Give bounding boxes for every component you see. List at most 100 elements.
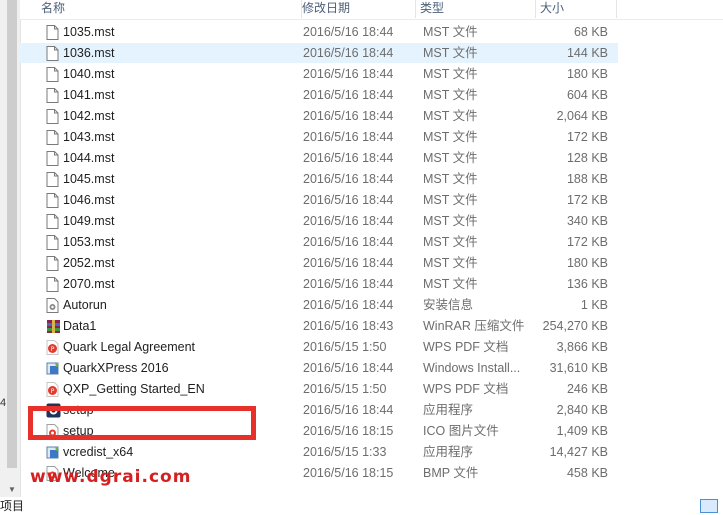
file-row[interactable]: 1036.mst 2016/5/16 18:44 MST 文件 144 KB: [20, 43, 618, 63]
file-type: MST 文件: [423, 109, 478, 123]
file-row[interactable]: 1043.mst 2016/5/16 18:44 MST 文件 172 KB: [20, 127, 618, 147]
file-type: MST 文件: [423, 67, 478, 81]
file-row[interactable]: 1046.mst 2016/5/16 18:44 MST 文件 172 KB: [20, 190, 618, 210]
file-date: 2016/5/16 18:44: [303, 403, 394, 417]
file-row[interactable]: P QXP_Getting Started_EN 2016/5/15 1:50 WPS…: [20, 379, 618, 399]
file-name: 1049.mst: [63, 214, 115, 228]
document-icon: [46, 256, 59, 271]
file-row[interactable]: Autorun 2016/5/16 18:44 安装信息 1 KB: [20, 295, 618, 315]
file-name: 1046.mst: [63, 193, 115, 207]
svg-text:P: P: [51, 346, 55, 353]
file-size: 172 KB: [566, 130, 608, 144]
file-size: 172 KB: [566, 235, 608, 249]
details-view-icon[interactable]: [700, 499, 718, 513]
settings-file-icon: [46, 298, 59, 313]
file-size: 180 KB: [566, 256, 608, 270]
file-type: MST 文件: [423, 235, 478, 249]
document-icon: [46, 88, 59, 103]
scroll-down-arrow-icon[interactable]: ▼: [6, 483, 18, 497]
file-size: 1,409 KB: [556, 424, 608, 438]
installer-icon: [46, 361, 59, 375]
highlight-annotation-box: [28, 406, 256, 440]
file-row[interactable]: P Quark Legal Agreement 2016/5/15 1:50 WPS …: [20, 337, 618, 357]
file-date: 2016/5/16 18:44: [303, 25, 394, 39]
file-date: 2016/5/16 18:44: [303, 88, 394, 102]
file-type: MST 文件: [423, 130, 478, 144]
file-type: MST 文件: [423, 25, 478, 39]
file-date: 2016/5/15 1:33: [303, 445, 387, 459]
file-date: 2016/5/16 18:44: [303, 361, 394, 375]
file-date: 2016/5/16 18:15: [303, 424, 394, 438]
file-type: MST 文件: [423, 151, 478, 165]
document-icon: [46, 214, 59, 229]
file-date: 2016/5/15 1:50: [303, 382, 387, 396]
file-size: 14,427 KB: [549, 445, 608, 459]
file-row[interactable]: Data1 2016/5/16 18:43 WinRAR 压缩文件 254,270 K…: [20, 316, 618, 336]
file-size: 172 KB: [566, 193, 608, 207]
file-row[interactable]: 1040.mst 2016/5/16 18:44 MST 文件 180 KB: [20, 64, 618, 84]
document-icon: [46, 25, 59, 40]
column-header-date[interactable]: 修改日期: [298, 0, 416, 18]
file-date: 2016/5/16 18:44: [303, 277, 394, 291]
file-name: 1042.mst: [63, 109, 115, 123]
document-icon: [46, 109, 59, 124]
file-type: Windows Install...: [423, 361, 521, 375]
archive-icon: [46, 319, 60, 333]
file-name: QXP_Getting Started_EN: [63, 382, 205, 396]
file-name: 2052.mst: [63, 256, 115, 270]
file-row[interactable]: 1045.mst 2016/5/16 18:44 MST 文件 188 KB: [20, 169, 618, 189]
file-row[interactable]: 1053.mst 2016/5/16 18:44 MST 文件 172 KB: [20, 232, 618, 252]
file-type: MST 文件: [423, 214, 478, 228]
file-row[interactable]: 1041.mst 2016/5/16 18:44 MST 文件 604 KB: [20, 85, 618, 105]
file-size: 128 KB: [566, 151, 608, 165]
file-date: 2016/5/16 18:44: [303, 298, 394, 312]
file-size: 188 KB: [566, 172, 608, 186]
file-row[interactable]: vcredist_x64 2016/5/15 1:33 应用程序 14,427 KB: [20, 442, 618, 462]
file-type: ICO 图片文件: [423, 424, 499, 438]
file-name: 1035.mst: [63, 25, 115, 39]
column-header-type[interactable]: 类型: [416, 0, 536, 18]
file-row[interactable]: QuarkXPress 2016 2016/5/16 18:44 Windows I…: [20, 358, 618, 378]
file-size: 68 KB: [573, 25, 608, 39]
file-name: 1044.mst: [63, 151, 115, 165]
status-bar: 项目: [0, 497, 723, 515]
file-date: 2016/5/16 18:44: [303, 46, 394, 60]
file-type: MST 文件: [423, 277, 478, 291]
file-row[interactable]: 1042.mst 2016/5/16 18:44 MST 文件 2,064 KB: [20, 106, 618, 126]
file-name: 1045.mst: [63, 172, 115, 186]
file-date: 2016/5/16 18:44: [303, 235, 394, 249]
file-row[interactable]: 2052.mst 2016/5/16 18:44 MST 文件 180 KB: [20, 253, 618, 273]
navigation-scrollbar-thumb[interactable]: [7, 0, 17, 468]
document-icon: [46, 151, 59, 166]
svg-text:P: P: [51, 388, 55, 395]
file-type: 应用程序: [423, 403, 474, 417]
file-row[interactable]: 1044.mst 2016/5/16 18:44 MST 文件 128 KB: [20, 148, 618, 168]
document-icon: [46, 46, 59, 61]
file-type: WinRAR 压缩文件: [423, 319, 525, 333]
file-name: 1041.mst: [63, 88, 115, 102]
column-header-name[interactable]: 名称: [37, 0, 302, 18]
file-row[interactable]: 2070.mst 2016/5/16 18:44 MST 文件 136 KB: [20, 274, 618, 294]
document-icon: [46, 193, 59, 208]
file-size: 31,610 KB: [549, 361, 608, 375]
file-row[interactable]: 1049.mst 2016/5/16 18:44 MST 文件 340 KB: [20, 211, 618, 231]
file-type: WPS PDF 文档: [423, 382, 509, 396]
file-date: 2016/5/16 18:44: [303, 109, 394, 123]
file-date: 2016/5/16 18:43: [303, 319, 394, 333]
file-type: MST 文件: [423, 46, 478, 60]
file-size: 246 KB: [566, 382, 608, 396]
file-date: 2016/5/16 18:15: [303, 466, 394, 480]
navigation-scrollbar[interactable]: ▼: [6, 0, 18, 497]
file-date: 2016/5/16 18:44: [303, 67, 394, 81]
file-size: 604 KB: [566, 88, 608, 102]
file-name: 1036.mst: [63, 46, 115, 60]
file-name: 2070.mst: [63, 277, 115, 291]
file-type: 应用程序: [423, 445, 474, 459]
file-date: 2016/5/16 18:44: [303, 172, 394, 186]
file-size: 144 KB: [566, 46, 608, 60]
file-size: 1 KB: [580, 298, 608, 312]
file-row[interactable]: 1035.mst 2016/5/16 18:44 MST 文件 68 KB: [20, 22, 618, 42]
file-name: vcredist_x64: [63, 445, 134, 459]
file-name: 1053.mst: [63, 235, 115, 249]
column-header-size[interactable]: 大小: [536, 0, 617, 18]
